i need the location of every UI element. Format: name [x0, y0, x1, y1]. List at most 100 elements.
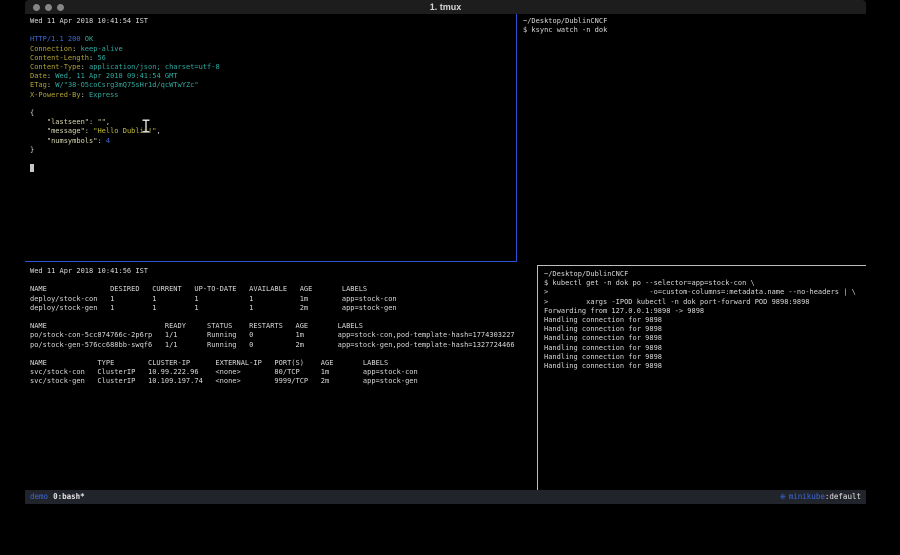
terminal-text-segment: $ kubectl get -n dok po --selector=app=s…: [544, 279, 755, 287]
kube-namespace: :default: [825, 490, 861, 504]
active-pane-border-vertical[interactable]: [516, 14, 517, 262]
active-pane-border-horizontal[interactable]: [25, 261, 517, 262]
pane-port-forward[interactable]: ~/Desktop/DublinCNCF$ kubectl get -n dok…: [539, 267, 866, 490]
terminal-text-segment: 4: [106, 137, 110, 145]
terminal-text-segment: 56: [97, 54, 105, 62]
terminal-text-segment: > xargs -IPOD kubectl -n dok port-forwar…: [544, 298, 810, 306]
terminal-text-segment: :: [97, 137, 105, 145]
pane-border-vertical[interactable]: [537, 265, 538, 490]
terminal-text-segment: :: [85, 127, 93, 135]
terminal-text-segment: NAME TYPE CLUSTER-IP EXTERNAL-IP PORT(S)…: [30, 359, 388, 367]
terminal-line: {: [30, 109, 516, 118]
minimize-button[interactable]: [45, 4, 52, 11]
terminal-line: Forwarding from 127.0.0.1:9898 -> 9898: [544, 307, 866, 316]
terminal-text-segment: Handling connection for 9898: [544, 316, 662, 324]
terminal-line: HTTP/1.1 200 OK: [30, 35, 516, 44]
terminal-text-segment: Wed, 11 Apr 2018 09:41:54 GMT: [55, 72, 177, 80]
terminal-text-segment: deploy/stock-con 1 1 1 1 1m app=stock-co…: [30, 295, 397, 303]
terminal-text-segment: keep-alive: [81, 45, 123, 53]
pane-border-horizontal[interactable]: [537, 265, 866, 266]
terminal-text-segment: ~/Desktop/DublinCNCF: [523, 17, 607, 25]
terminal-text-segment: ,: [156, 127, 160, 135]
terminal-line: [30, 26, 516, 35]
terminal-text-segment: Forwarding from 127.0.0.1:9898 -> 9898: [544, 307, 704, 315]
terminal-text-segment: deploy/stock-gen 1 1 1 1 2m app=stock-ge…: [30, 304, 397, 312]
terminal-line: "message": "Hello Dublin!",: [30, 127, 516, 136]
terminal-line: Handling connection for 9898: [544, 362, 866, 371]
terminal-line: $ ksync watch -n dok: [523, 26, 866, 35]
terminal-text-segment: [30, 137, 47, 145]
terminal-line: [30, 100, 516, 109]
terminal-text-segment: X-Powered-By: [30, 91, 81, 99]
terminal-text-segment: po/stock-gen-576cc688bb-swqf6 1/1 Runnin…: [30, 341, 515, 349]
terminal-text-segment: {: [30, 109, 34, 117]
desktop-background: { "window": { "title": "1. tmux" }, "col…: [0, 0, 900, 555]
terminal-line: > -o=custom-columns=:metadata.name --no-…: [544, 288, 866, 297]
terminal-line: Wed 11 Apr 2018 10:41:56 IST: [30, 267, 537, 276]
terminal-text-segment: Express: [89, 91, 119, 99]
terminal-line: deploy/stock-gen 1 1 1 1 2m app=stock-ge…: [30, 304, 537, 313]
kube-context: minikube: [789, 490, 825, 504]
kubernetes-helm-icon: ⎈: [780, 490, 786, 504]
close-button[interactable]: [33, 4, 40, 11]
terminal-text-segment: ETag: [30, 81, 47, 89]
terminal-text-segment: svc/stock-con ClusterIP 10.99.222.96 <no…: [30, 368, 418, 376]
terminal-text-segment: Handling connection for 9898: [544, 325, 662, 333]
terminal-line: Wed 11 Apr 2018 10:41:54 IST: [30, 17, 516, 26]
terminal-line: Handling connection for 9898: [544, 334, 866, 343]
terminal-line: }: [30, 146, 516, 155]
terminal-text-segment: ~/Desktop/DublinCNCF: [544, 270, 628, 278]
terminal-text-segment: Handling connection for 9898: [544, 353, 662, 361]
terminal-text-segment: :: [81, 63, 89, 71]
terminal-line: ~/Desktop/DublinCNCF: [544, 270, 866, 279]
terminal-line: Handling connection for 9898: [544, 316, 866, 325]
terminal-line: Handling connection for 9898: [544, 325, 866, 334]
terminal-line: svc/stock-con ClusterIP 10.99.222.96 <no…: [30, 368, 537, 377]
terminal-text-segment: HTTP/1.1 200: [30, 35, 81, 43]
terminal-line: Handling connection for 9898: [544, 344, 866, 353]
terminal-line: ETag: W/"38-O5coCsrg3mQ75sHr1d/qcWTwYZc": [30, 81, 516, 90]
terminal-text-segment: "message": [47, 127, 85, 135]
terminal-text-segment: Handling connection for 9898: [544, 334, 662, 342]
terminal-line: Content-Type: application/json; charset=…: [30, 63, 516, 72]
terminal-cursor: [30, 164, 34, 172]
terminal-line: NAME TYPE CLUSTER-IP EXTERNAL-IP PORT(S)…: [30, 359, 537, 368]
window-title: 1. tmux: [25, 0, 866, 14]
terminal-text-segment: [30, 127, 47, 135]
terminal-text-segment: Wed 11 Apr 2018 10:41:54 IST: [30, 17, 148, 25]
terminal-text-segment: Handling connection for 9898: [544, 362, 662, 370]
pane-ksync-watch[interactable]: ~/Desktop/DublinCNCF$ ksync watch -n dok: [518, 14, 866, 265]
terminal-text-segment: :: [72, 45, 80, 53]
terminal-text-segment: [30, 118, 47, 126]
terminal-text-segment: Content-Type: [30, 63, 81, 71]
terminal-text-segment: application/json; charset=utf-8: [89, 63, 220, 71]
terminal-text-segment: :: [81, 91, 89, 99]
tmux-status-bar: demo 0:bash* ⎈ minikube :default: [25, 490, 866, 504]
terminal-text-segment: Handling connection for 9898: [544, 344, 662, 352]
pane-kubectl-get[interactable]: Wed 11 Apr 2018 10:41:56 IST NAME DESIRED…: [25, 263, 537, 490]
terminal-text-segment: Date: [30, 72, 47, 80]
terminal-line: [30, 350, 537, 359]
terminal-text-segment: $ ksync watch -n dok: [523, 26, 607, 34]
terminal-line: X-Powered-By: Express: [30, 91, 516, 100]
pane-http-response[interactable]: Wed 11 Apr 2018 10:41:54 IST HTTP/1.1 200…: [25, 14, 516, 261]
terminal-line: po/stock-con-5cc874766c-2p6rp 1/1 Runnin…: [30, 331, 537, 340]
terminal-line: "lastseen": "",: [30, 118, 516, 127]
mouse-cursor-ibeam: [141, 119, 151, 133]
terminal-line: NAME DESIRED CURRENT UP-TO-DATE AVAILABL…: [30, 285, 537, 294]
window-titlebar[interactable]: 1. tmux: [25, 0, 866, 14]
terminal-line: Content-Length: 56: [30, 54, 516, 63]
terminal-line: $ kubectl get -n dok po --selector=app=s…: [544, 279, 866, 288]
terminal-text-segment: po/stock-con-5cc874766c-2p6rp 1/1 Runnin…: [30, 331, 515, 339]
terminal-line: [30, 276, 537, 285]
terminal-text-segment: svc/stock-gen ClusterIP 10.109.197.74 <n…: [30, 377, 418, 385]
terminal-text-segment: ,: [106, 118, 110, 126]
zoom-button[interactable]: [57, 4, 64, 11]
terminal-text-segment: NAME READY STATUS RESTARTS AGE LABELS: [30, 322, 363, 330]
window-tab-bash[interactable]: 0:bash*: [53, 490, 85, 504]
terminal-text-segment: OK: [85, 35, 93, 43]
terminal-text-segment: > -o=custom-columns=:metadata.name --no-…: [544, 288, 856, 296]
terminal-line: > xargs -IPOD kubectl -n dok port-forwar…: [544, 298, 866, 307]
terminal-text-segment: Content-Length: [30, 54, 89, 62]
terminal-line: "numsymbols": 4: [30, 137, 516, 146]
